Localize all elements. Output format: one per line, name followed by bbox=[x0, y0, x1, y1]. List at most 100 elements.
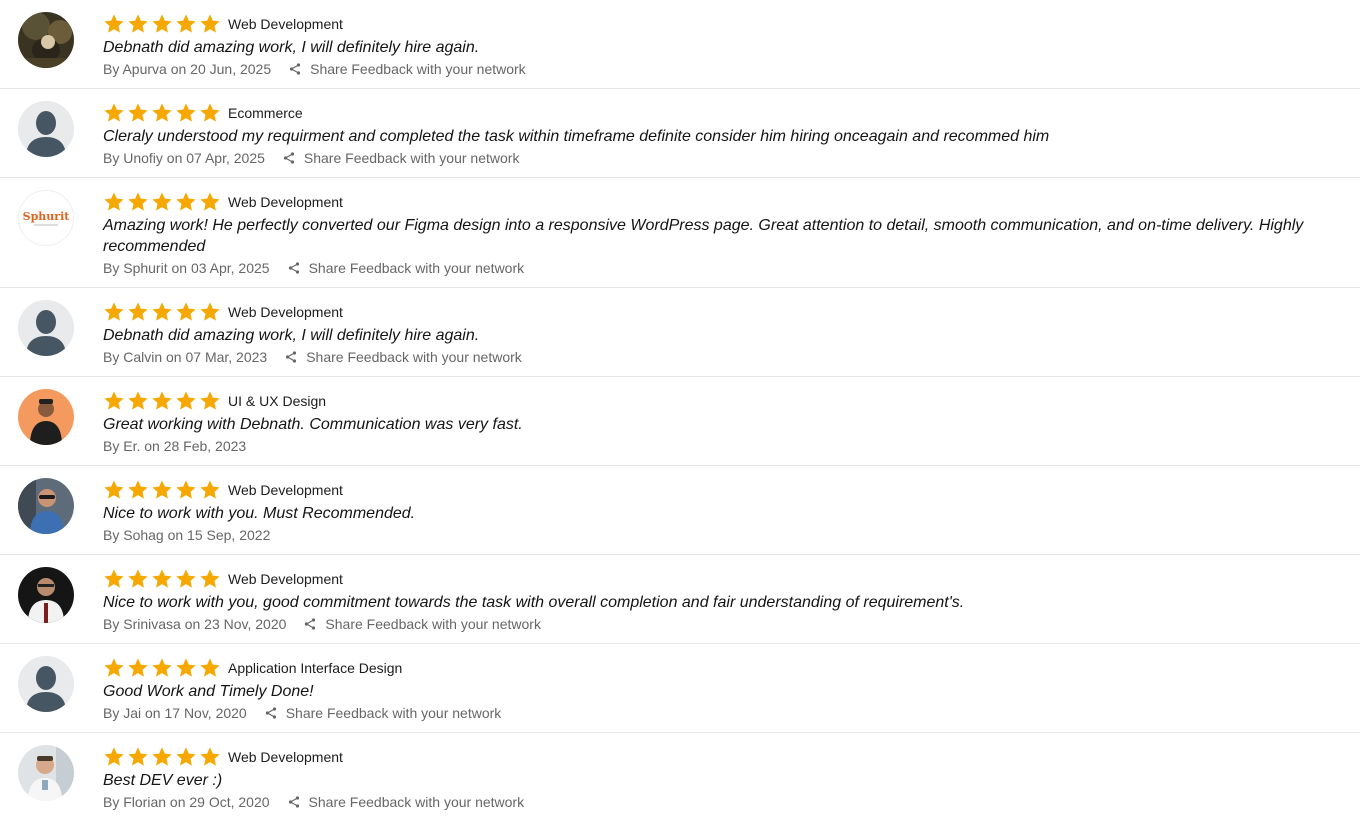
review-category: Web Development bbox=[228, 15, 343, 32]
star-rating bbox=[103, 746, 221, 768]
default-user-icon bbox=[18, 656, 74, 712]
review-category: Ecommerce bbox=[228, 104, 303, 121]
star-icon bbox=[200, 657, 220, 677]
share-icon bbox=[288, 796, 299, 808]
review-item: Ecommerce Cleraly understood my requirme… bbox=[0, 89, 1360, 178]
review-meta: By Srinivasa on 23 Nov, 2020 Share Feedb… bbox=[103, 615, 1340, 633]
review-meta: By Unofiy on 07 Apr, 2025 Share Feedback… bbox=[103, 149, 1340, 167]
share-feedback-link[interactable]: Share Feedback with your network bbox=[283, 149, 519, 167]
star-icon bbox=[152, 102, 172, 122]
star-icon bbox=[128, 657, 148, 677]
review-content: UI & UX Design Great working with Debnat… bbox=[103, 389, 1360, 455]
review-item: Web Development Debnath did amazing work… bbox=[0, 0, 1360, 89]
share-feedback-link[interactable]: Share Feedback with your network bbox=[304, 615, 541, 633]
star-icon bbox=[176, 657, 196, 677]
star-icon bbox=[128, 191, 148, 211]
star-icon bbox=[152, 301, 172, 321]
review-content: Web Development Nice to work with you, g… bbox=[103, 567, 1360, 633]
star-icon bbox=[176, 479, 196, 499]
star-icon bbox=[104, 568, 124, 588]
review-category: Application Interface Design bbox=[228, 659, 403, 676]
star-icon bbox=[152, 657, 172, 677]
star-rating bbox=[103, 479, 221, 501]
review-item: Web Development Best DEV ever :) By Flor… bbox=[0, 733, 1360, 822]
star-icon bbox=[176, 13, 196, 33]
review-byline: By Calvin on 07 Mar, 2023 bbox=[103, 349, 268, 365]
review-category: Web Development bbox=[228, 303, 343, 320]
reviewer-avatar bbox=[18, 745, 74, 801]
review-comment: Best DEV ever :) bbox=[103, 772, 223, 789]
share-feedback-link[interactable]: Share Feedback with your network bbox=[285, 348, 522, 366]
star-rating bbox=[103, 191, 221, 213]
review-comment: Cleraly understood my requirment and com… bbox=[103, 128, 1050, 145]
default-user-icon bbox=[18, 300, 74, 356]
share-feedback-link[interactable]: Share Feedback with your network bbox=[289, 60, 526, 78]
share-feedback-link[interactable]: Share Feedback with your network bbox=[288, 793, 524, 811]
review-comment: Amazing work! He perfectly converted our… bbox=[103, 217, 1304, 255]
star-rating bbox=[103, 13, 221, 35]
star-icon bbox=[152, 746, 172, 766]
share-feedback-link[interactable]: Share Feedback with your network bbox=[288, 259, 525, 277]
reviewer-avatar bbox=[18, 389, 74, 445]
star-icon bbox=[128, 746, 148, 766]
share-icon bbox=[265, 707, 276, 719]
review-comment: Nice to work with you. Must Recommended. bbox=[103, 505, 416, 522]
sphurit-logo-text: Sphurit bbox=[23, 210, 71, 223]
star-rating bbox=[103, 568, 221, 590]
reviewer-avatar bbox=[18, 567, 74, 623]
star-icon bbox=[152, 191, 172, 211]
review-meta: By Florian on 29 Oct, 2020 Share Feedbac… bbox=[103, 793, 1340, 811]
reviews-list: Web Development Debnath did amazing work… bbox=[0, 0, 1360, 822]
star-icon bbox=[128, 568, 148, 588]
star-icon bbox=[176, 191, 196, 211]
share-feedback-link[interactable]: Share Feedback with your network bbox=[265, 704, 502, 722]
review-category: Web Development bbox=[228, 570, 343, 587]
reviewer-avatar bbox=[18, 300, 74, 356]
share-feedback-label: Share Feedback with your network bbox=[285, 705, 502, 721]
photo-sunglasses-icon bbox=[18, 478, 74, 534]
star-icon bbox=[104, 102, 124, 122]
star-icon bbox=[104, 13, 124, 33]
photo-suit-icon bbox=[18, 567, 74, 623]
star-icon bbox=[200, 479, 220, 499]
review-comment: Debnath did amazing work, I will definit… bbox=[103, 327, 480, 344]
default-user-icon bbox=[18, 101, 74, 157]
review-content: Web Development Amazing work! He perfect… bbox=[103, 190, 1360, 277]
review-content: Application Interface Design Good Work a… bbox=[103, 656, 1360, 722]
share-icon bbox=[283, 152, 294, 164]
review-content: Web Development Debnath did amazing work… bbox=[103, 300, 1360, 366]
review-content: Web Development Best DEV ever :) By Flor… bbox=[103, 745, 1360, 811]
share-feedback-label: Share Feedback with your network bbox=[308, 260, 525, 276]
review-item: UI & UX Design Great working with Debnat… bbox=[0, 377, 1360, 466]
star-icon bbox=[176, 102, 196, 122]
star-icon bbox=[200, 13, 220, 33]
share-icon bbox=[305, 618, 316, 630]
review-byline: By Florian on 29 Oct, 2020 bbox=[103, 794, 270, 810]
star-icon bbox=[104, 390, 124, 410]
review-item: Application Interface Design Good Work a… bbox=[0, 644, 1360, 733]
share-icon bbox=[286, 351, 297, 363]
star-icon bbox=[176, 390, 196, 410]
star-icon bbox=[104, 191, 124, 211]
review-byline: By Apurva on 20 Jun, 2025 bbox=[103, 61, 272, 77]
review-meta: By Jai on 17 Nov, 2020 Share Feedback wi… bbox=[103, 704, 1340, 722]
review-byline: By Srinivasa on 23 Nov, 2020 bbox=[103, 616, 287, 632]
review-item: Web Development Nice to work with you, g… bbox=[0, 555, 1360, 644]
review-meta: By Sphurit on 03 Apr, 2025 Share Feedbac… bbox=[103, 259, 1340, 277]
star-icon bbox=[128, 301, 148, 321]
review-content: Web Development Nice to work with you. M… bbox=[103, 478, 1360, 544]
reviewer-avatar bbox=[18, 12, 74, 68]
reviewer-avatar: Sphurit bbox=[18, 190, 74, 246]
star-icon bbox=[128, 13, 148, 33]
star-icon bbox=[152, 568, 172, 588]
review-byline: By Er. on 28 Feb, 2023 bbox=[103, 438, 247, 454]
review-byline: By Sphurit on 03 Apr, 2025 bbox=[103, 260, 270, 276]
share-icon bbox=[290, 63, 301, 75]
review-comment: Debnath did amazing work, I will definit… bbox=[103, 39, 480, 56]
star-icon bbox=[128, 479, 148, 499]
review-byline: By Jai on 17 Nov, 2020 bbox=[103, 705, 247, 721]
review-byline: By Unofiy on 07 Apr, 2025 bbox=[103, 150, 265, 166]
review-comment: Nice to work with you, good commitment t… bbox=[103, 594, 965, 611]
star-icon bbox=[152, 13, 172, 33]
review-meta: By Er. on 28 Feb, 2023 bbox=[103, 437, 1340, 455]
